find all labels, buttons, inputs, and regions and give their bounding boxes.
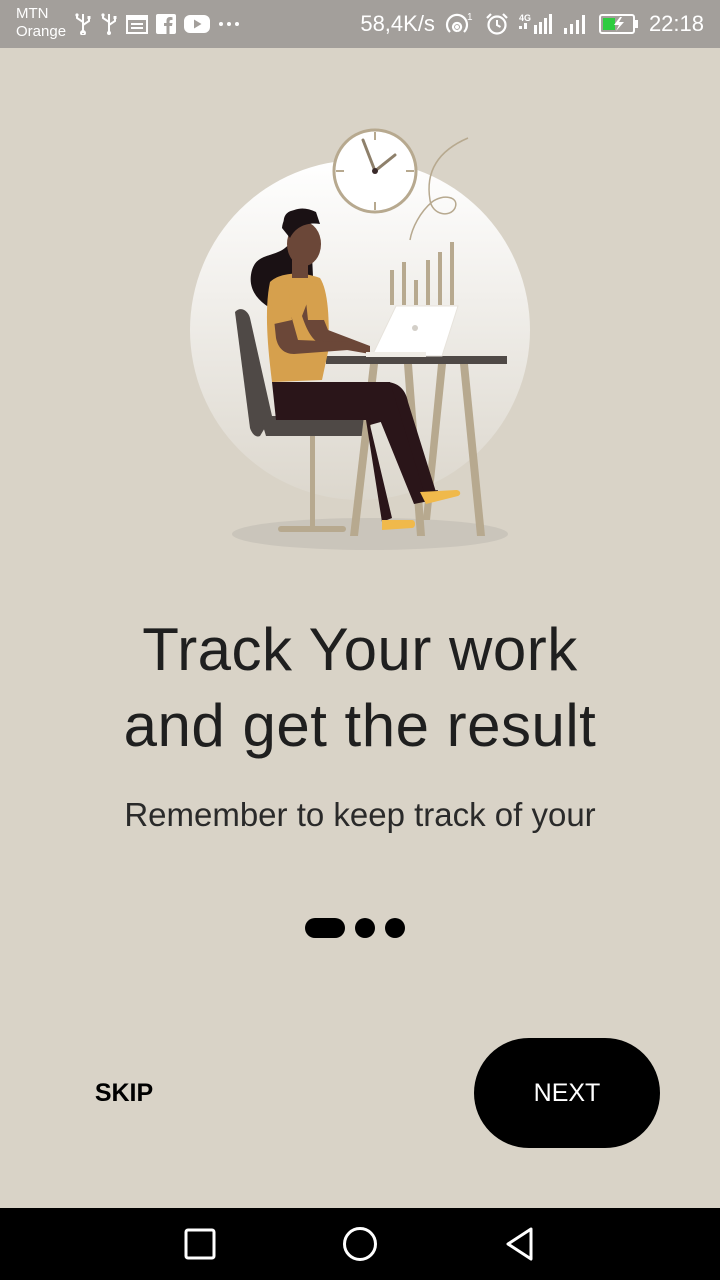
wall-clock-icon	[332, 128, 418, 214]
title-line: and get the result	[123, 692, 597, 759]
page-dot	[355, 918, 375, 938]
svg-text:4G: 4G	[519, 13, 531, 23]
onboarding-title: Track Your work and get the result	[0, 612, 720, 764]
svg-text:1: 1	[467, 12, 473, 23]
system-status: 58,4K/s 1 4G 22:18	[360, 0, 704, 48]
signal-icon	[563, 12, 589, 36]
skip-button[interactable]: SKIP	[80, 1068, 168, 1118]
notification-icons	[74, 12, 240, 36]
hotspot-icon: 1	[445, 11, 475, 37]
onboarding-illustration	[180, 120, 540, 560]
recents-square-icon[interactable]	[180, 1224, 220, 1264]
system-nav-bar	[0, 1208, 720, 1280]
carrier-name: MTN	[16, 5, 49, 22]
battery-charging-icon	[598, 13, 639, 35]
home-circle-icon[interactable]	[340, 1224, 380, 1264]
carrier-label: MTN Orange	[16, 5, 66, 41]
clock: 22:18	[648, 11, 704, 36]
youtube-icon	[184, 14, 210, 34]
network-speed: 58,4K/s	[360, 11, 435, 36]
facebook-icon	[156, 14, 176, 34]
carrier-name-secondary: Orange	[16, 23, 67, 40]
page-dot-active	[305, 918, 345, 938]
next-button[interactable]: NEXT	[474, 1038, 660, 1148]
page-indicator	[305, 918, 405, 938]
back-triangle-icon[interactable]	[500, 1224, 540, 1264]
usb-icon	[74, 13, 92, 35]
alarm-icon	[485, 12, 509, 36]
status-bar: MTN Orange 58,4K/s 1 4G 22:18	[0, 0, 720, 48]
usb-icon	[100, 13, 118, 35]
calendar-icon	[126, 14, 148, 34]
floor-shadow	[232, 518, 508, 550]
page-dot	[385, 918, 405, 938]
more-dots-icon	[218, 20, 240, 28]
signal-4g-icon: 4G	[518, 12, 553, 36]
onboarding-subtitle: Remember to keep track of your	[124, 796, 596, 833]
title-line: Track Your work	[142, 616, 578, 683]
